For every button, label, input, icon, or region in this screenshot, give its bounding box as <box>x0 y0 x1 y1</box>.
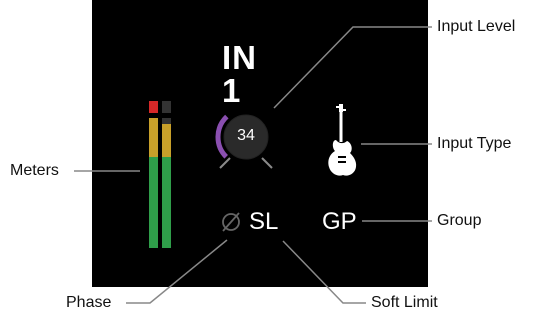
meter-green-segment <box>162 157 171 248</box>
meter-green-segment <box>149 157 158 248</box>
callout-group: Group <box>437 212 482 229</box>
electric-guitar-icon[interactable] <box>326 104 358 178</box>
meter-yellow-segment <box>162 124 171 157</box>
meter-right <box>162 101 171 248</box>
callout-input-level: Input Level <box>437 18 516 35</box>
group-label[interactable]: GP <box>322 210 357 234</box>
meter-left <box>149 101 158 248</box>
callout-soft-limit: Soft Limit <box>371 294 438 311</box>
callout-phase: Phase <box>66 294 112 311</box>
callout-meters: Meters <box>10 162 59 179</box>
callout-input-type: Input Type <box>437 135 512 152</box>
input-level-value: 34 <box>237 127 255 144</box>
electric-guitar-icon-graphic <box>328 104 357 176</box>
knob-min-tick <box>219 157 231 169</box>
meter-clip-indicator <box>149 101 158 113</box>
meter-clip-indicator <box>162 101 171 113</box>
soft-limit-label[interactable]: SL <box>249 210 278 234</box>
phase-symbol-graphic <box>222 212 240 232</box>
phase-symbol-icon[interactable] <box>219 210 243 234</box>
knob-max-tick <box>261 157 273 169</box>
meter-yellow-segment <box>149 118 158 157</box>
